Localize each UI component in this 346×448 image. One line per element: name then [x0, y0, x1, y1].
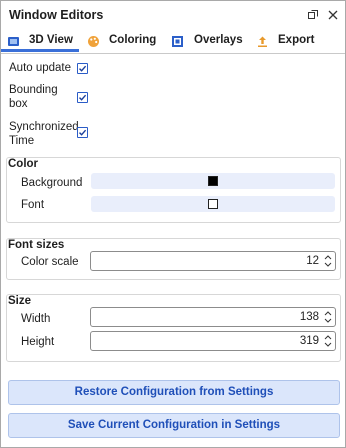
- synchronized-time-label-line2: Time: [9, 135, 35, 147]
- color-group-title: Color: [8, 158, 39, 170]
- panel-title: Window Editors: [9, 8, 104, 22]
- color-scale-spinbox[interactable]: 12: [90, 251, 336, 271]
- height-label: Height: [21, 336, 55, 348]
- save-configuration-button[interactable]: Save Current Configuration in Settings: [8, 413, 340, 438]
- auto-update-label: Auto update: [9, 62, 72, 74]
- width-label: Width: [21, 313, 51, 325]
- export-icon: [256, 34, 269, 47]
- font-color-label: Font: [21, 199, 45, 211]
- color-scale-value: 12: [306, 255, 319, 267]
- tab-export[interactable]: Export: [249, 29, 321, 52]
- color-scale-label: Color scale: [21, 256, 79, 268]
- width-value: 138: [299, 311, 319, 323]
- title-bar: Window Editors: [1, 1, 345, 29]
- cube-icon: [7, 34, 20, 47]
- synchronized-time-label-line1: Synchronized: [9, 121, 79, 133]
- tab-label: Coloring: [109, 34, 157, 46]
- restore-configuration-button[interactable]: Restore Configuration from Settings: [8, 380, 340, 405]
- tab-label: 3D View: [29, 34, 73, 46]
- bounding-box-label-line2: box: [9, 98, 28, 110]
- bounding-box-label-line1: Bounding: [9, 84, 58, 96]
- font-sizes-group-title: Font sizes: [8, 239, 65, 251]
- tab-overlays[interactable]: Overlays: [163, 29, 247, 52]
- palette-icon: [87, 34, 100, 47]
- color-group: [6, 157, 341, 223]
- auto-update-checkbox[interactable]: [77, 63, 88, 74]
- overlays-icon: [171, 34, 184, 47]
- tab-label: Overlays: [194, 34, 243, 46]
- font-color-picker[interactable]: [91, 196, 335, 212]
- height-value: 319: [299, 335, 319, 347]
- font-color-swatch: [208, 199, 218, 209]
- tab-coloring[interactable]: Coloring: [81, 29, 161, 52]
- background-color-swatch: [208, 176, 218, 186]
- spin-arrows-icon[interactable]: [324, 310, 332, 324]
- spin-arrows-icon[interactable]: [324, 334, 332, 348]
- size-group: [6, 294, 341, 362]
- bounding-box-checkbox[interactable]: [77, 92, 88, 103]
- tab-3d-view[interactable]: 3D View: [1, 29, 79, 52]
- float-window-icon[interactable]: [307, 9, 319, 21]
- height-spinbox[interactable]: 319: [90, 331, 336, 351]
- tab-bar: 3D View Coloring Overlays Export: [1, 29, 345, 54]
- size-group-title: Size: [8, 295, 32, 307]
- window-editors-panel: Window Editors 3D View Coloring Overlays…: [0, 0, 346, 448]
- background-color-picker[interactable]: [91, 173, 335, 189]
- close-icon[interactable]: [327, 9, 339, 21]
- background-label: Background: [21, 177, 83, 189]
- synchronized-time-checkbox[interactable]: [77, 127, 88, 138]
- width-spinbox[interactable]: 138: [90, 307, 336, 327]
- spin-arrows-icon[interactable]: [324, 254, 332, 268]
- tab-label: Export: [278, 34, 315, 46]
